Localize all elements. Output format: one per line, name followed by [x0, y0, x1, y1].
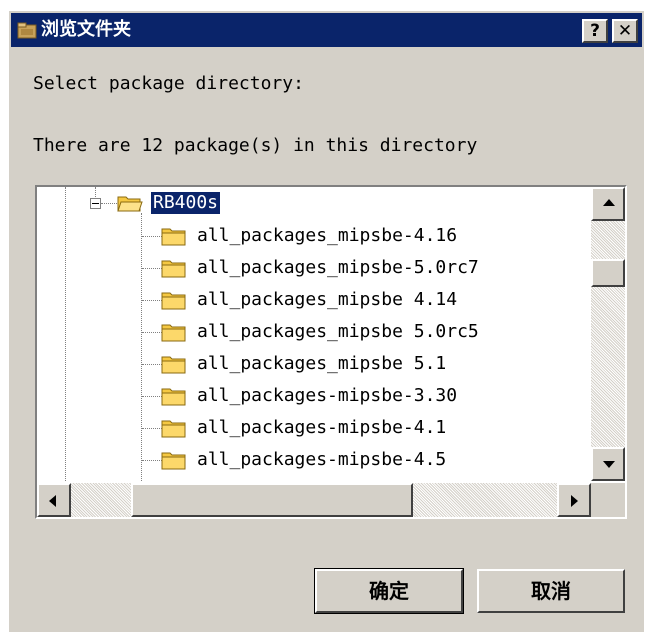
right-arrow-icon	[571, 495, 578, 507]
tree-item-label: all_packages_mipsbe-5.0rc7	[197, 257, 479, 278]
tree-connector-line	[95, 187, 96, 197]
up-arrow-icon	[603, 199, 615, 206]
folder-icon	[161, 388, 186, 406]
title-bar[interactable]: 浏览文件夹 ? ✕	[11, 13, 642, 47]
folder-icon	[161, 420, 186, 438]
folder-icon	[161, 292, 186, 310]
tree-item-label: all_packages_mipsbe 5.1	[197, 353, 447, 374]
tree-connector-line	[142, 268, 162, 269]
help-button[interactable]: ?	[582, 19, 608, 43]
tree-connector-line	[142, 364, 162, 365]
tree-connector-line	[142, 396, 162, 397]
folder-icon	[161, 228, 186, 246]
tree-item-label: all_packages-mipsbe-3.30	[197, 385, 458, 406]
collapse-toggle[interactable]	[90, 198, 101, 209]
folder-icon	[161, 356, 186, 374]
ok-button[interactable]: 确定	[314, 568, 464, 614]
tree-connector-line	[141, 213, 142, 481]
tree-connector-line	[142, 300, 162, 301]
horizontal-scroll-thumb[interactable]	[131, 483, 413, 517]
folder-tree[interactable]: RB400s all_packages_mipsbe-4.16 all_pack…	[35, 185, 627, 519]
tree-connector-line	[142, 332, 162, 333]
vertical-scrollbar[interactable]	[591, 187, 625, 481]
tree-item-label: all_packages_mipsbe 4.14	[197, 289, 458, 310]
tree-connector-line	[142, 236, 162, 237]
scroll-down-button[interactable]	[591, 447, 625, 481]
cancel-button[interactable]: 取消	[477, 569, 625, 613]
left-arrow-icon	[49, 495, 56, 507]
tree-item-label: all_packages_mipsbe-4.16	[197, 225, 458, 246]
tree-connector-line	[142, 460, 162, 461]
tree-item-label: all_packages-mipsbe-4.5	[197, 449, 447, 470]
folder-icon	[161, 324, 186, 342]
scroll-left-button[interactable]	[37, 483, 71, 517]
browse-folder-dialog: 浏览文件夹 ? ✕ Select package directory: Ther…	[8, 10, 644, 632]
vertical-scroll-thumb[interactable]	[591, 259, 625, 287]
folder-icon	[161, 452, 186, 470]
tree-viewport: RB400s all_packages_mipsbe-4.16 all_pack…	[37, 187, 591, 481]
tree-connector-line	[101, 203, 117, 204]
window-title: 浏览文件夹	[41, 19, 131, 40]
down-arrow-icon	[603, 461, 615, 468]
tree-connector-line	[65, 187, 66, 481]
prompt-text: Select package directory:	[33, 73, 304, 94]
close-button[interactable]: ✕	[612, 19, 638, 43]
scroll-up-button[interactable]	[591, 187, 625, 221]
tree-node-rb400s[interactable]: RB400s	[149, 191, 222, 215]
tree-item-label: all_packages_mipsbe 5.0rc5	[197, 321, 479, 342]
scrollbar-corner	[591, 483, 625, 517]
open-folder-icon	[117, 196, 143, 212]
folder-icon	[161, 479, 187, 481]
folder-box-icon	[17, 22, 37, 39]
package-count-text: There are 12 package(s) in this director…	[33, 135, 478, 156]
tree-item-label: all_packages-mipsbe-4.1	[197, 417, 447, 438]
tree-connector-line	[142, 428, 162, 429]
scroll-right-button[interactable]	[557, 483, 591, 517]
horizontal-scrollbar[interactable]	[37, 483, 591, 517]
folder-icon	[161, 260, 186, 278]
